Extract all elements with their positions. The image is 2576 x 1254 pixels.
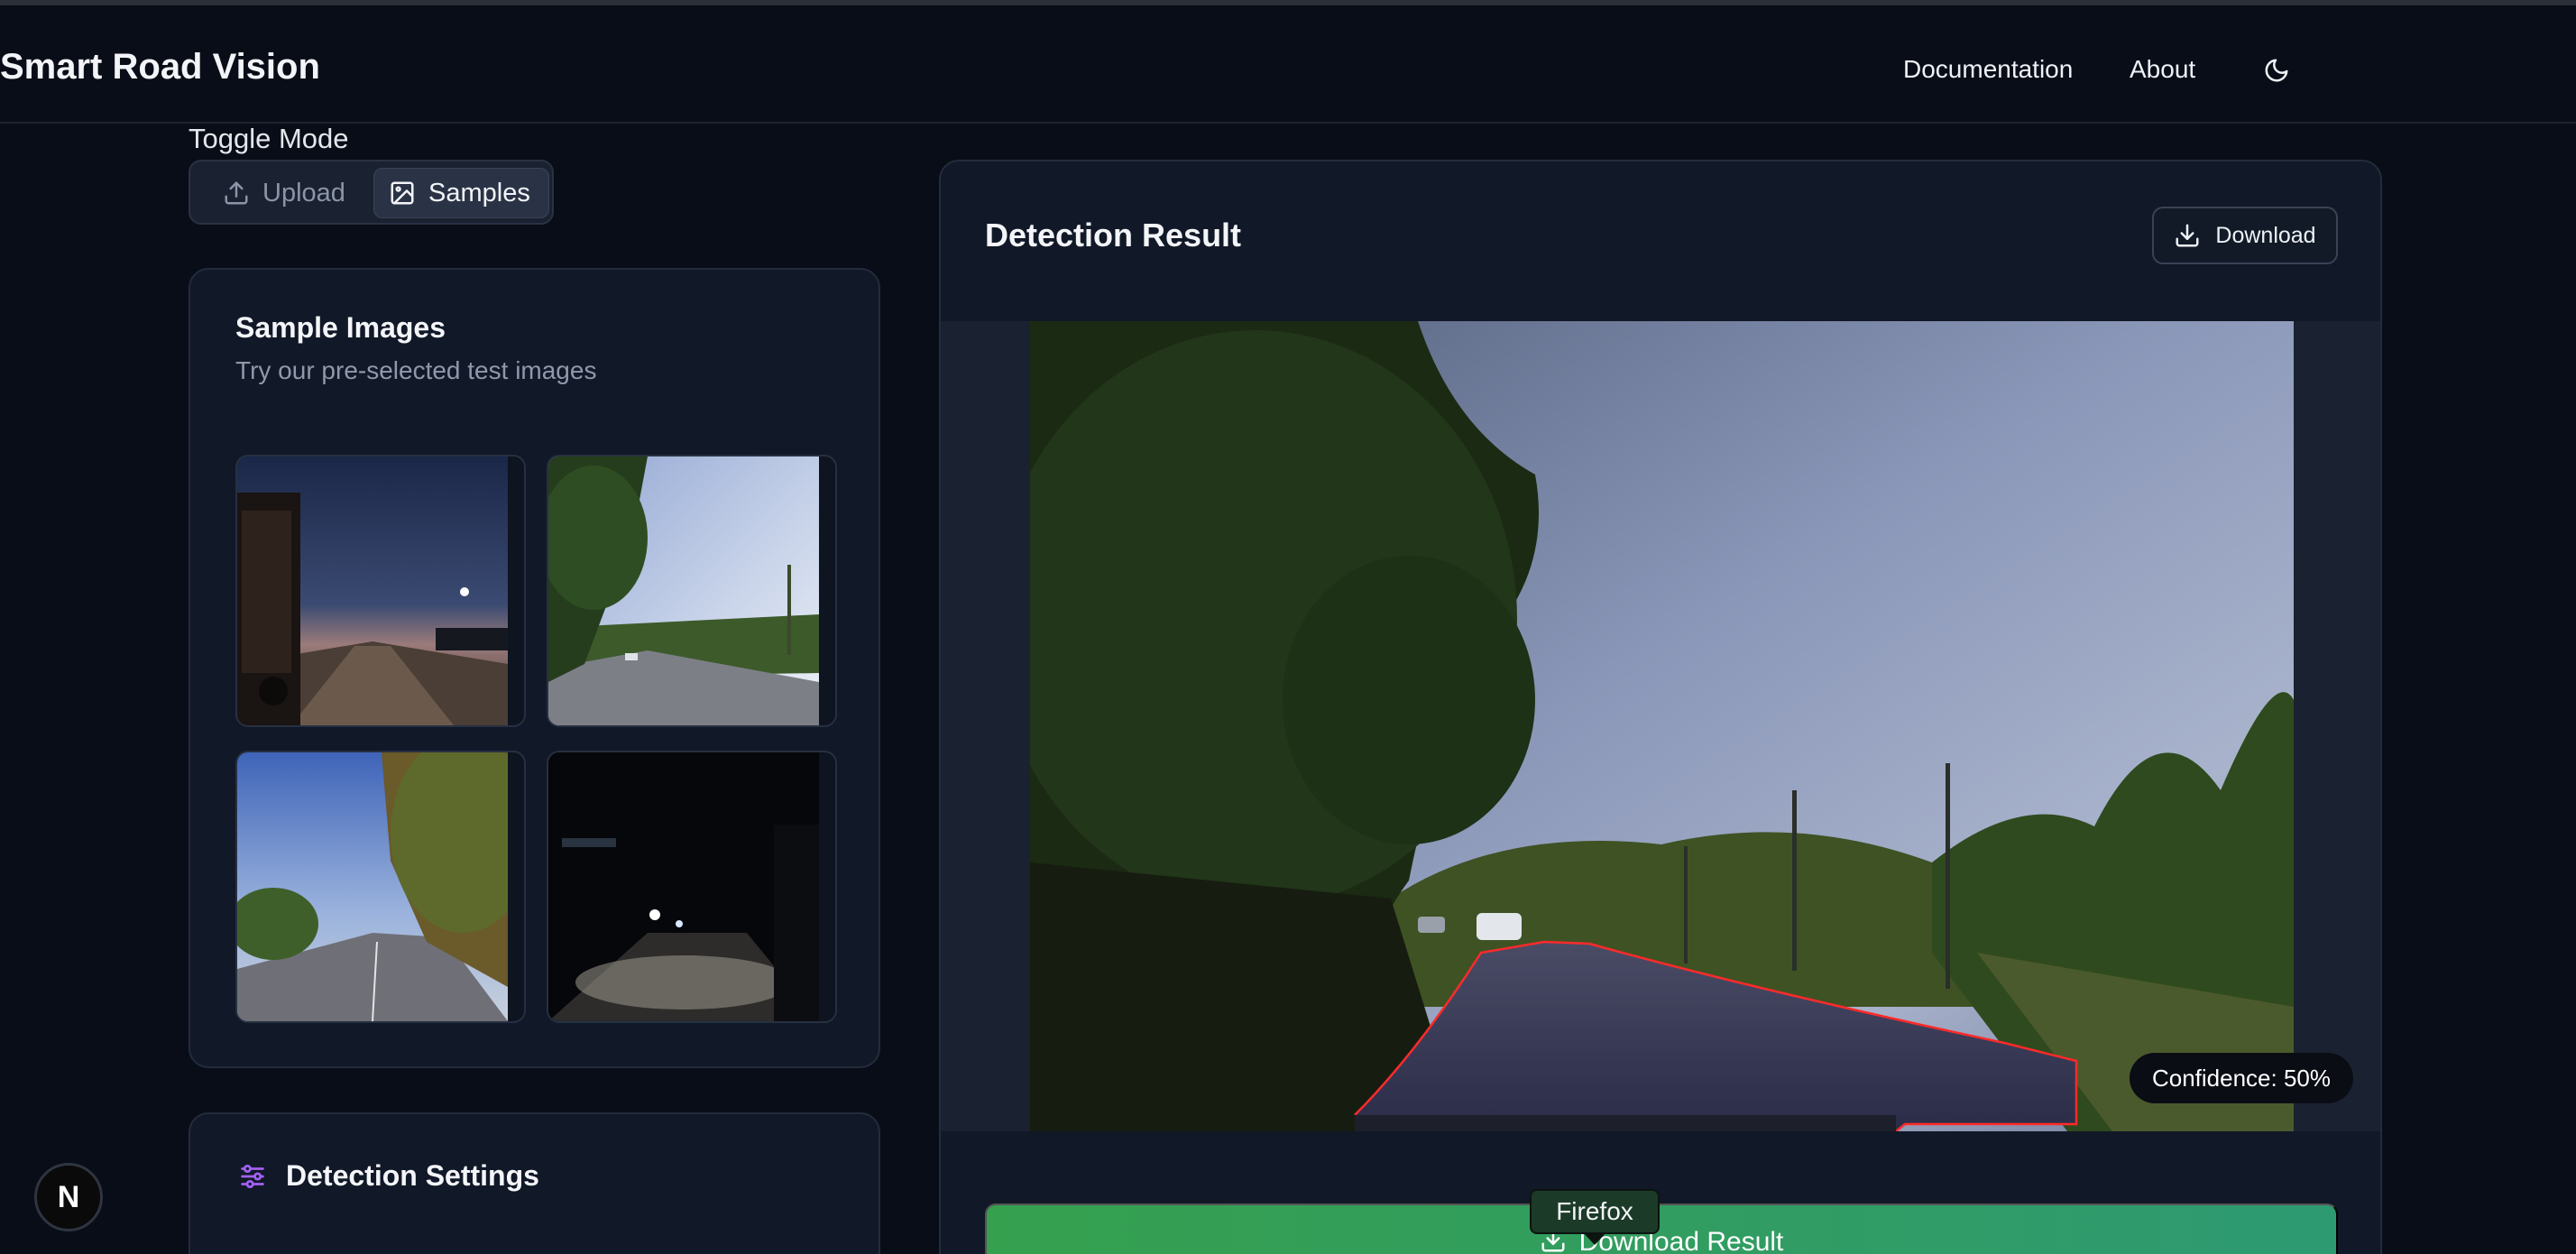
upload-mode-button[interactable]: Upload: [208, 168, 380, 218]
tooltip: Firefox: [1530, 1189, 1660, 1234]
image-icon: [391, 181, 414, 205]
nav-about[interactable]: About: [2130, 55, 2195, 84]
sample-image-tree-road: [237, 752, 508, 1021]
detection-result-title: Detection Result: [985, 217, 1242, 254]
sample-thumbnail-3[interactable]: [235, 751, 526, 1023]
confidence-badge: Confidence: 50%: [2130, 1053, 2353, 1103]
nextjs-badge[interactable]: N: [34, 1163, 103, 1231]
brand-title[interactable]: Smart Road Vision: [0, 47, 320, 88]
upload-icon: [225, 181, 248, 205]
top-bar: Smart Road Vision Documentation About: [0, 0, 2576, 124]
detection-settings-card: Detection Settings: [189, 1112, 880, 1254]
sample-thumbnail-4[interactable]: [547, 751, 837, 1023]
theme-toggle-button[interactable]: [2257, 51, 2296, 90]
tooltip-arrow: [1583, 1232, 1606, 1245]
road-scene: [1030, 321, 2294, 1131]
toggle-mode-label: Toggle Mode: [189, 123, 349, 154]
mode-toggle-group: Upload Samples: [189, 160, 554, 225]
samples-mode-button[interactable]: Samples: [373, 168, 549, 218]
detection-result-image: [1030, 321, 2294, 1131]
download-result-button[interactable]: Download Result: [985, 1203, 2338, 1254]
sample-image-night: [548, 752, 819, 1021]
sample-thumbnail-2[interactable]: [547, 455, 837, 727]
detection-settings-title: Detection Settings: [286, 1159, 539, 1192]
download-icon: [2176, 224, 2199, 247]
sample-image-dusk: [237, 456, 508, 725]
detection-result-card: Detection Result Download Confidence: 50…: [939, 160, 2382, 1254]
sample-image-rural-day: [548, 456, 819, 725]
nav-documentation[interactable]: Documentation: [1903, 55, 2073, 84]
download-label: Download: [2215, 222, 2316, 248]
sample-images-title: Sample Images: [235, 311, 446, 344]
sample-images-subtitle: Try our pre-selected test images: [235, 356, 597, 384]
result-image-area: [941, 321, 2380, 1131]
samples-mode-label: Samples: [428, 178, 530, 207]
upload-mode-label: Upload: [262, 178, 345, 207]
download-button[interactable]: Download: [2152, 207, 2338, 264]
moon-icon: [2265, 59, 2288, 82]
sample-images-card: Sample Images Try our pre-selected test …: [189, 268, 880, 1068]
sliders-icon: [241, 1164, 264, 1189]
sample-thumbnail-1[interactable]: [235, 455, 526, 727]
